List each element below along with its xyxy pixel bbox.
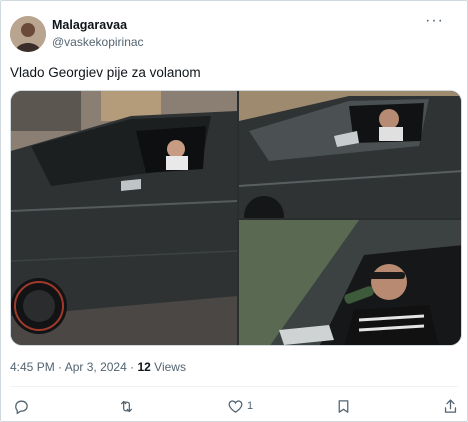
tweet-text: Vlado Georgiev pije za volanom bbox=[10, 65, 201, 80]
retweet-icon bbox=[120, 400, 133, 412]
tweet-date[interactable]: Apr 3, 2024 bbox=[65, 360, 127, 374]
more-icon[interactable]: ··· bbox=[425, 13, 444, 29]
like-count: 1 bbox=[247, 400, 254, 412]
tweet-time[interactable]: 4:45 PM bbox=[10, 360, 55, 374]
action-bar: 1 bbox=[1, 395, 468, 417]
like-icon bbox=[228, 399, 243, 413]
share-button[interactable] bbox=[442, 395, 459, 417]
avatar[interactable] bbox=[10, 16, 46, 52]
tweet-photo-3[interactable] bbox=[239, 220, 461, 345]
views-count: 12 bbox=[137, 360, 151, 374]
media-grid bbox=[10, 90, 462, 346]
author-name[interactable]: Malagaravaa bbox=[52, 18, 127, 32]
bookmark-button[interactable] bbox=[335, 395, 355, 417]
tweet-header: Malagaravaa @vaskekopirinac ··· bbox=[10, 13, 450, 54]
meta-separator: · bbox=[130, 360, 135, 374]
reply-button[interactable] bbox=[13, 395, 33, 417]
bookmark-icon bbox=[338, 399, 349, 413]
tweet-photo-2[interactable] bbox=[239, 91, 461, 218]
tweet-card: Malagaravaa @vaskekopirinac ··· Vlado Ge… bbox=[0, 0, 468, 422]
retweet-button[interactable] bbox=[118, 395, 138, 417]
views-label: Views bbox=[154, 360, 186, 374]
tweet-photo-1[interactable] bbox=[11, 91, 237, 345]
like-button[interactable]: 1 bbox=[227, 395, 253, 417]
reply-icon bbox=[15, 400, 28, 414]
meta-separator: · bbox=[58, 360, 63, 374]
author-handle[interactable]: @vaskekopirinac bbox=[52, 35, 144, 49]
share-icon bbox=[444, 398, 457, 413]
divider bbox=[10, 386, 458, 387]
tweet-meta: 4:45 PM · Apr 3, 2024 · 12 Views bbox=[10, 360, 186, 374]
